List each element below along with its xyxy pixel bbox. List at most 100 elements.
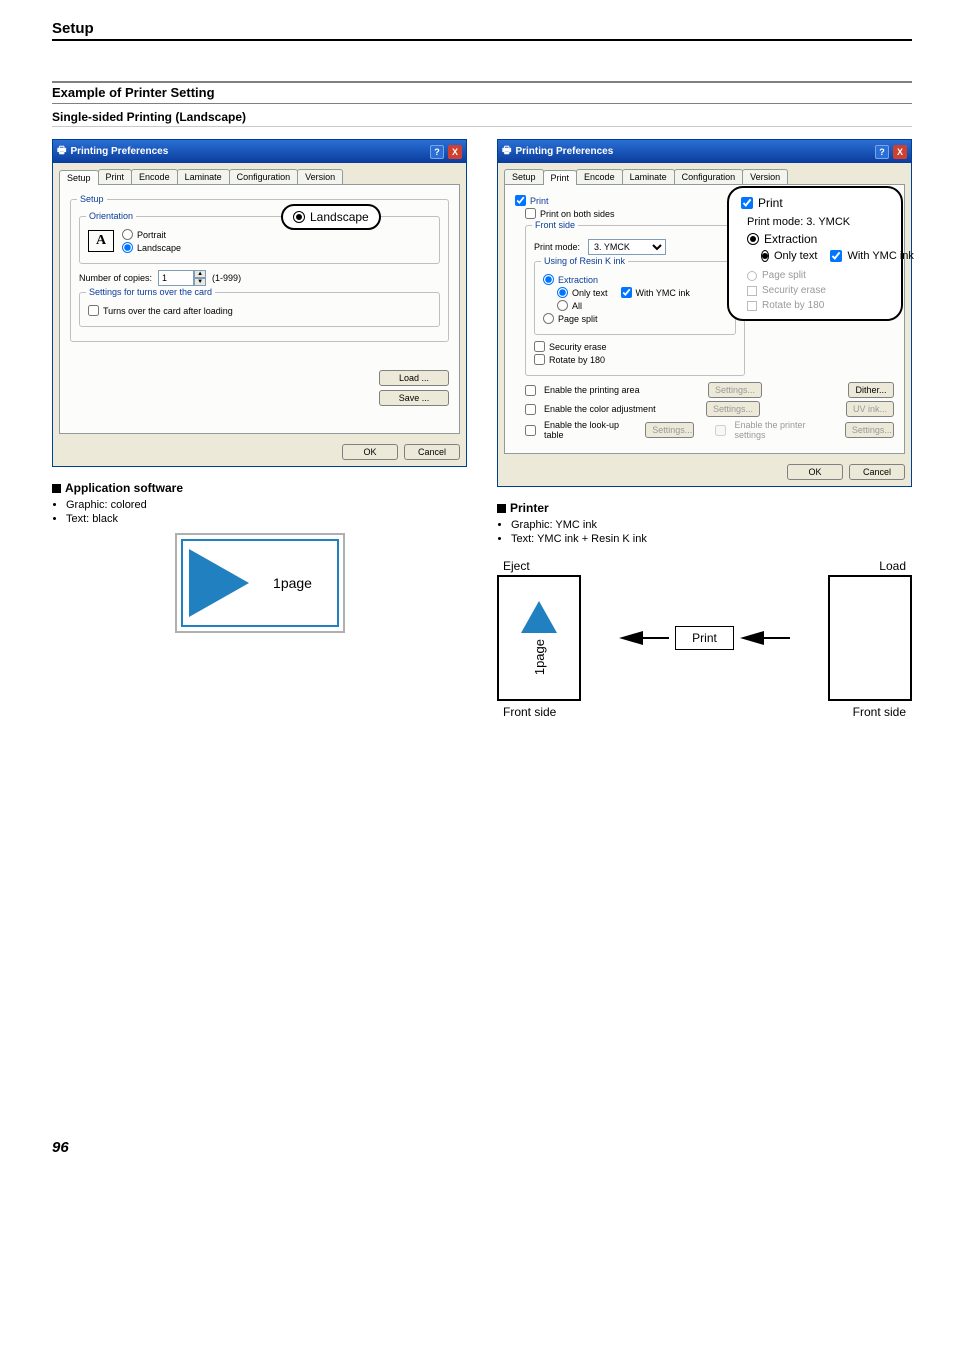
- check-with-ymc[interactable]: [621, 287, 632, 298]
- radio-landscape[interactable]: [122, 242, 133, 253]
- diagram-front-side-right: Front side: [853, 705, 906, 719]
- window-body-setup: Setup Orientation A Portrait Landscape N…: [59, 184, 460, 434]
- load-button[interactable]: Load ...: [379, 370, 449, 386]
- card-label: 1page: [249, 575, 337, 591]
- note-item: Text: YMC ink + Resin K ink: [511, 533, 912, 545]
- diagram-print-box: Print: [675, 626, 734, 650]
- label-enable-printer-settings: Enable the printer settings: [734, 420, 826, 440]
- save-button[interactable]: Save ...: [379, 390, 449, 406]
- copies-spinner[interactable]: ▲▼: [158, 270, 206, 286]
- radio-extraction[interactable]: [543, 274, 554, 285]
- diagram-load: Load: [879, 559, 906, 573]
- callout-security-erase: Security erase: [762, 285, 826, 296]
- check-security-erase[interactable]: [534, 341, 545, 352]
- page-header: Setup: [52, 20, 912, 41]
- help-icon[interactable]: ?: [430, 145, 444, 159]
- diagram-eject: Eject: [503, 559, 530, 573]
- diagram-front-side-left: Front side: [503, 705, 556, 719]
- card-load: [828, 575, 912, 701]
- notes-heading-printer: Printer: [510, 501, 549, 515]
- tab-version[interactable]: Version: [742, 169, 788, 184]
- tab-laminate[interactable]: Laminate: [622, 169, 675, 184]
- radio-page-split[interactable]: [543, 313, 554, 324]
- callout-check-print: [741, 197, 753, 209]
- label-print-mode: Print mode:: [534, 242, 580, 252]
- tab-version[interactable]: Version: [297, 169, 343, 184]
- label-all: All: [572, 301, 582, 311]
- cancel-button[interactable]: Cancel: [404, 444, 460, 460]
- check-enable-color-adj[interactable]: [525, 404, 536, 415]
- label-with-ymc: With YMC ink: [636, 288, 690, 298]
- uv-ink-button[interactable]: UV ink...: [846, 401, 894, 417]
- radio-all[interactable]: [557, 300, 568, 311]
- triangle-graphic: [189, 549, 249, 617]
- copies-label: Number of copies:: [79, 273, 152, 283]
- tab-encode[interactable]: Encode: [131, 169, 178, 184]
- label-enable-color-adj: Enable the color adjustment: [544, 404, 656, 414]
- tab-print[interactable]: Print: [543, 170, 578, 185]
- select-print-mode[interactable]: 3. YMCK: [588, 239, 666, 255]
- check-turns[interactable]: [88, 305, 99, 316]
- window-title: Printing Preferences: [70, 146, 168, 157]
- square-icon: [497, 504, 506, 513]
- triangle-graphic: [521, 601, 557, 633]
- check-enable-printer-settings: [715, 425, 726, 436]
- notes-printer: Printer Graphic: YMC ink Text: YMC ink +…: [497, 501, 912, 545]
- legend-turns: Settings for turns over the card: [86, 287, 215, 297]
- tab-laminate[interactable]: Laminate: [177, 169, 230, 184]
- note-item: Graphic: colored: [66, 499, 467, 511]
- cancel-button[interactable]: Cancel: [849, 464, 905, 480]
- settings-button-2[interactable]: Settings...: [706, 401, 760, 417]
- tab-setup[interactable]: Setup: [504, 169, 544, 184]
- check-enable-lookup[interactable]: [525, 425, 536, 436]
- tab-configuration[interactable]: Configuration: [229, 169, 299, 184]
- callout-landscape-label: Landscape: [310, 210, 369, 224]
- callout-print-settings: Print Print mode: 3. YMCK Extraction Onl…: [727, 186, 903, 321]
- dither-button[interactable]: Dither...: [848, 382, 894, 398]
- settings-button-1[interactable]: Settings...: [708, 382, 762, 398]
- group-orientation: Orientation A Portrait Landscape: [79, 216, 440, 264]
- close-icon[interactable]: X: [893, 145, 907, 159]
- settings-button-4[interactable]: Settings...: [845, 422, 894, 438]
- group-turns: Settings for turns over the card Turns o…: [79, 292, 440, 327]
- diagram-page-label: 1page: [532, 639, 547, 675]
- arrow-left-icon: [619, 631, 643, 645]
- copies-input[interactable]: [158, 270, 194, 286]
- settings-button-3[interactable]: Settings...: [645, 422, 694, 438]
- legend-setup: Setup: [77, 194, 107, 204]
- check-rotate-180[interactable]: [534, 354, 545, 365]
- check-print[interactable]: [515, 195, 526, 206]
- tab-print[interactable]: Print: [98, 169, 133, 184]
- spinner-up-icon[interactable]: ▲: [194, 270, 206, 278]
- section-title: Example of Printer Setting: [52, 85, 912, 104]
- spinner-down-icon[interactable]: ▼: [194, 278, 206, 286]
- radio-only-text[interactable]: [557, 287, 568, 298]
- tab-setup[interactable]: Setup: [59, 170, 99, 185]
- radio-icon: [293, 211, 305, 223]
- ok-button[interactable]: OK: [342, 444, 398, 460]
- notes-heading-app: Application software: [65, 481, 183, 495]
- radio-portrait[interactable]: [122, 229, 133, 240]
- tab-encode[interactable]: Encode: [576, 169, 623, 184]
- label-security-erase: Security erase: [549, 342, 607, 352]
- printer-icon: 🖶: [502, 143, 511, 160]
- label-enable-lookup: Enable the look-up table: [544, 420, 629, 440]
- note-item: Graphic: YMC ink: [511, 519, 912, 531]
- subsection-title: Single-sided Printing (Landscape): [52, 110, 912, 127]
- ok-button[interactable]: OK: [787, 464, 843, 480]
- label-portrait: Portrait: [137, 230, 166, 240]
- print-diagram: Eject Load 1page Print: [497, 559, 912, 719]
- check-disabled-icon: [747, 301, 757, 311]
- check-enable-printing-area[interactable]: [525, 385, 536, 396]
- tab-configuration[interactable]: Configuration: [674, 169, 744, 184]
- legend-resin: Using of Resin K ink: [541, 256, 628, 266]
- tab-strip: Setup Print Encode Laminate Configuratio…: [498, 163, 911, 184]
- help-icon[interactable]: ?: [875, 145, 889, 159]
- check-both-sides[interactable]: [525, 208, 536, 219]
- copies-row: Number of copies: ▲▼ (1-999): [79, 270, 440, 286]
- page-number: 96: [52, 1139, 912, 1156]
- group-front-side: Front side Print mode: 3. YMCK Using of …: [525, 225, 745, 376]
- callout-check-ymc: [830, 250, 842, 262]
- close-icon[interactable]: X: [448, 145, 462, 159]
- check-disabled-icon: [747, 286, 757, 296]
